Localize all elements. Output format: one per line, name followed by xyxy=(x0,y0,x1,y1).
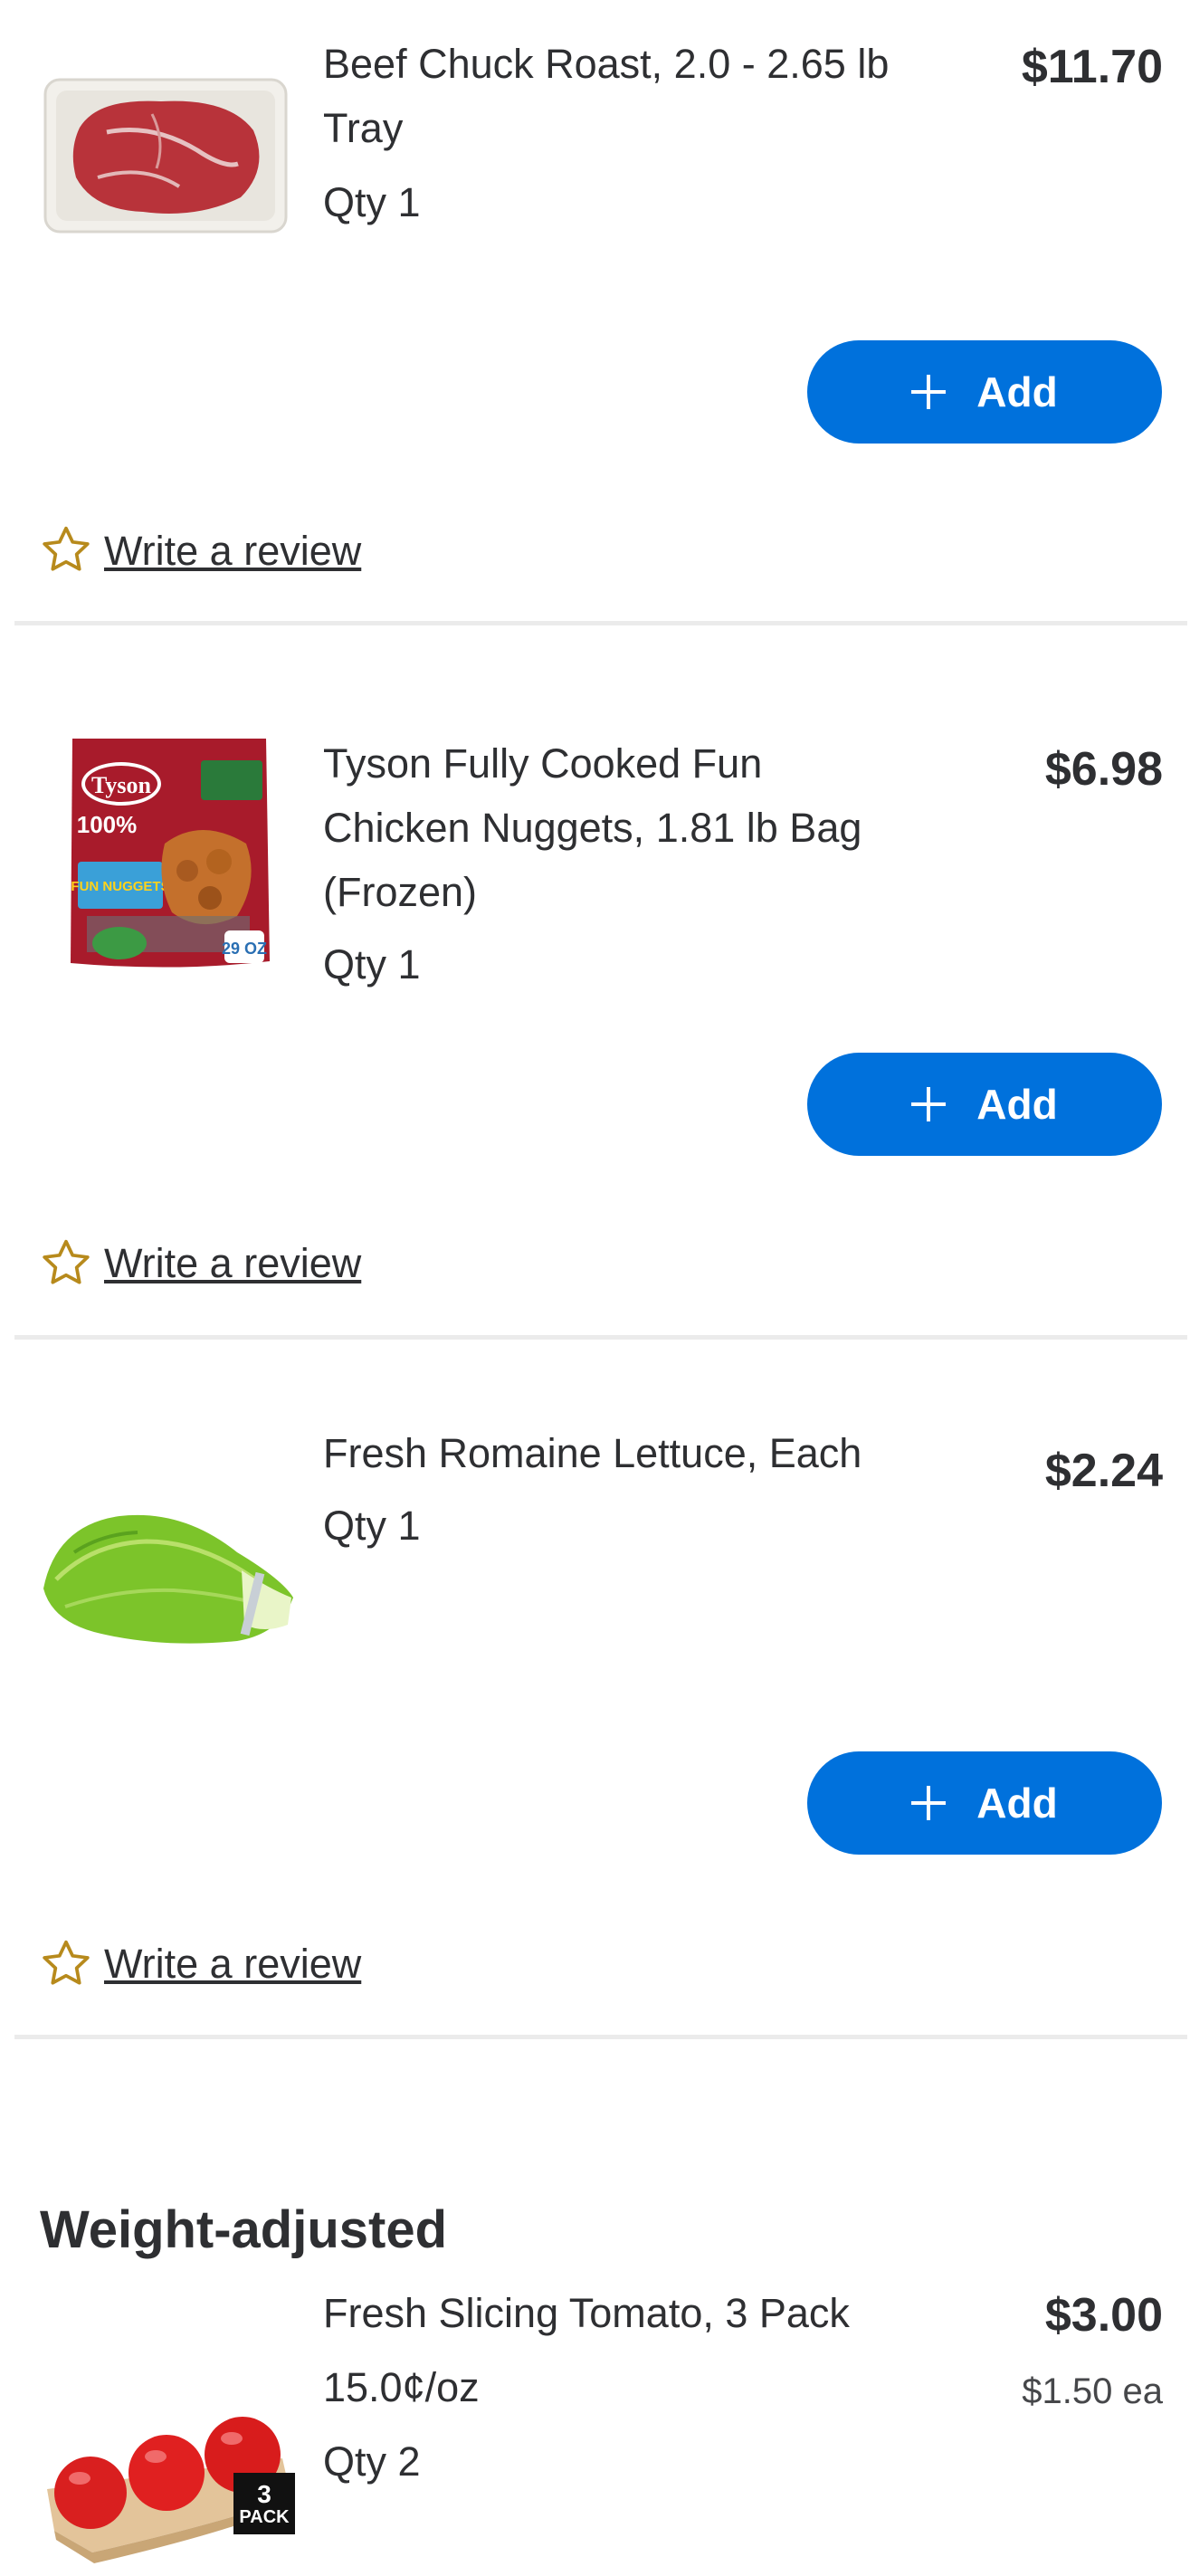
product-image-lettuce[interactable] xyxy=(38,1489,297,1652)
item-price: $3.00 xyxy=(1044,2289,1163,2342)
package-brand: Tyson xyxy=(91,772,152,798)
item-title[interactable]: Tyson Fully Cooked Fun Chicken Nuggets, … xyxy=(323,731,902,924)
add-button[interactable]: Add xyxy=(807,1053,1162,1156)
add-button[interactable]: Add xyxy=(807,1751,1162,1855)
beef-chuck-roast-image xyxy=(43,78,288,234)
item-unit-price: 15.0¢/oz xyxy=(323,2364,480,2410)
package-weight: 29 OZ xyxy=(222,940,267,958)
section-heading: Weight-adjusted xyxy=(40,2200,448,2259)
romaine-lettuce-image xyxy=(43,1514,293,1644)
star-outline-icon[interactable] xyxy=(41,525,91,578)
plus-icon xyxy=(911,1786,947,1820)
item-title[interactable]: Beef Chuck Roast, 2.0 - 2.65 lb Tray xyxy=(323,32,902,160)
item-price: $2.24 xyxy=(1044,1445,1163,1497)
divider xyxy=(14,1335,1187,1340)
item-qty: Qty 2 xyxy=(323,2438,421,2485)
package-product: FUN NUGGETS xyxy=(71,879,169,894)
item-price: $6.98 xyxy=(1044,743,1163,796)
item-title[interactable]: Fresh Romaine Lettuce, Each xyxy=(323,1421,902,1485)
item-title[interactable]: Fresh Slicing Tomato, 3 Pack xyxy=(323,2281,902,2345)
star-outline-icon[interactable] xyxy=(41,1238,91,1292)
write-review-link[interactable]: Write a review xyxy=(104,1941,361,1988)
pack-badge: 3 PACK xyxy=(233,2474,295,2535)
item-qty: Qty 1 xyxy=(323,1503,421,1549)
plus-icon xyxy=(911,375,947,409)
package-claim: 100% xyxy=(77,811,138,838)
star-outline-icon[interactable] xyxy=(41,1939,91,1992)
pack-badge-count: 3 xyxy=(257,2480,271,2508)
write-review-link[interactable]: Write a review xyxy=(104,528,361,575)
plus-icon xyxy=(911,1087,947,1121)
product-image-beef[interactable] xyxy=(43,78,288,234)
item-price: $11.70 xyxy=(1021,41,1163,93)
add-button-label: Add xyxy=(976,1779,1058,1827)
product-image-tomato[interactable] xyxy=(38,2371,300,2571)
tyson-nuggets-image: Tyson 100% FUN NUGGETS 29 OZ xyxy=(71,739,270,968)
add-button[interactable]: Add xyxy=(807,340,1162,444)
item-qty: Qty 1 xyxy=(323,941,421,987)
divider xyxy=(14,621,1187,625)
item-each-price: $1.50 ea xyxy=(1022,2371,1163,2411)
divider xyxy=(14,2035,1187,2039)
add-button-label: Add xyxy=(976,368,1058,415)
add-button-label: Add xyxy=(976,1081,1058,1128)
write-review-link[interactable]: Write a review xyxy=(104,1240,361,1287)
product-image-nuggets[interactable]: Tyson 100% FUN NUGGETS 29 OZ xyxy=(65,735,273,978)
tomato-3-pack-image xyxy=(47,2417,295,2563)
pack-badge-label: PACK xyxy=(239,2507,290,2527)
item-qty: Qty 1 xyxy=(323,179,421,225)
